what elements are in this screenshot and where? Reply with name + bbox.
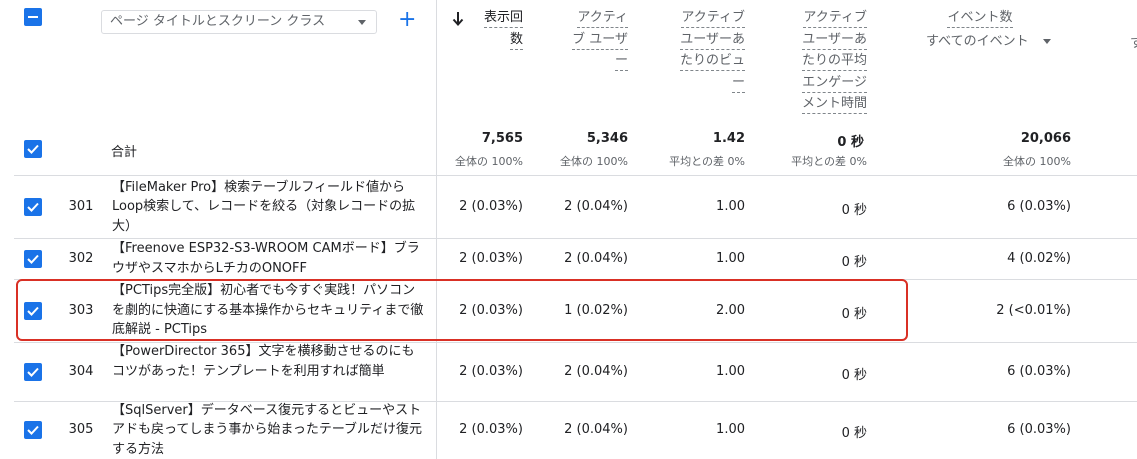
header-line: ー — [614, 52, 628, 71]
metric-cell: 2 (0.03%) — [459, 250, 523, 266]
metric-cell: 2 (<0.01%) — [996, 302, 1071, 318]
add-dimension-icon[interactable]: + — [398, 9, 416, 31]
row-number: 302 — [68, 250, 94, 266]
totals-checkbox[interactable] — [24, 140, 42, 158]
header-line: たりのビュ — [679, 52, 745, 71]
metric-cell: 1.00 — [716, 422, 745, 437]
header-line: ー — [731, 74, 745, 93]
row-number: 304 — [68, 363, 94, 379]
header-line: ユーザーあ — [802, 31, 867, 50]
header-line: メント時間 — [801, 95, 867, 114]
column-header-avg-engagement[interactable]: アクティブ ユーザーあ たりの平均 エンゲージ メント時間 — [772, 8, 867, 116]
metric-cell: 2 (0.03%) — [459, 422, 523, 437]
total-views: 7,565 — [481, 131, 523, 146]
row-checkbox[interactable] — [24, 198, 42, 216]
column-header-event-count[interactable]: イベント数 — [930, 8, 1030, 30]
totals-label: 合計 — [111, 145, 138, 160]
minus-icon — [28, 16, 38, 18]
header-line: 表示回 — [483, 9, 523, 28]
caret-down-icon — [1042, 39, 1051, 44]
page-title-cell[interactable]: 【PowerDirector 365】文字を横移動させるのにもコツがあった！テン… — [112, 342, 426, 381]
header-line: アクティブ — [803, 9, 867, 28]
column-divider — [436, 0, 437, 459]
metric-cell: 2 (0.04%) — [564, 363, 628, 379]
dimension-dropdown[interactable]: ページ タイトルとスクリーン クラス — [101, 10, 377, 34]
dimension-dropdown-label: ページ タイトルとスクリーン クラス — [110, 14, 326, 29]
header-line: アクティブ — [681, 9, 745, 28]
row-checkbox[interactable] — [24, 249, 42, 268]
total-views-per-user: 1.42 — [712, 131, 745, 146]
event-filter-label: すべてのイベント — [926, 34, 1029, 49]
total-active-users: 5,346 — [586, 131, 628, 146]
header-line: エンゲージ — [802, 74, 867, 93]
row-number: 305 — [68, 422, 94, 437]
highlight-annotation — [16, 279, 908, 341]
metric-cell: 1.00 — [716, 199, 745, 214]
metric-cell: 2 (0.03%) — [459, 363, 523, 379]
header-line: たりの平均 — [801, 52, 867, 71]
metric-cell: 0 秒 — [841, 254, 867, 270]
total-event-count-sub: 全体の 100% — [1003, 155, 1071, 168]
header-line: ユーザーあ — [680, 31, 745, 50]
metric-cell: 0 秒 — [841, 367, 867, 383]
total-avg-engagement-sub: 平均との差 0% — [791, 155, 867, 168]
check-icon — [27, 144, 39, 154]
total-event-count: 20,066 — [1020, 131, 1071, 146]
row-number: 301 — [68, 199, 94, 214]
total-active-users-sub: 全体の 100% — [560, 155, 628, 168]
row-divider — [14, 175, 1137, 176]
select-all-toggle[interactable] — [24, 8, 42, 26]
next-column-fragment: す — [1130, 36, 1137, 51]
check-icon — [27, 202, 39, 212]
check-icon — [27, 254, 39, 264]
header-line: アクティ — [577, 9, 628, 28]
metric-cell: 1.00 — [716, 363, 745, 379]
caret-down-icon — [358, 20, 366, 25]
column-header-active-users[interactable]: アクティ ブ ユーザ ー — [540, 8, 628, 73]
check-icon — [27, 425, 39, 435]
total-views-per-user-sub: 平均との差 0% — [669, 155, 745, 168]
column-header-views[interactable]: 表示回 数 — [440, 8, 523, 51]
metric-cell: 2 (0.03%) — [459, 199, 523, 214]
header-line: ブ ユーザ — [572, 31, 628, 50]
page-title-cell[interactable]: 【Freenove ESP32-S3-WROOM CAMボード】ブラウザやスマホ… — [112, 239, 426, 278]
check-icon — [27, 367, 39, 377]
metric-cell: 4 (0.02%) — [1007, 250, 1071, 266]
row-checkbox[interactable] — [24, 421, 42, 439]
metric-cell: 6 (0.03%) — [1007, 199, 1071, 214]
header-line: 数 — [509, 31, 523, 50]
metric-cell: 2 (0.04%) — [564, 199, 628, 214]
event-filter-dropdown[interactable]: すべてのイベント — [926, 30, 1051, 49]
metric-cell: 0 秒 — [841, 426, 867, 441]
page-title-cell[interactable]: 【SqlServer】データベース復元するとビューやストアドも戻ってしまう事から… — [112, 401, 426, 459]
total-avg-engagement: 0 秒 — [837, 135, 864, 150]
header-line: イベント数 — [947, 9, 1013, 28]
metric-cell: 1.00 — [716, 250, 745, 266]
column-header-views-per-user[interactable]: アクティブ ユーザーあ たりのビュ ー — [650, 8, 745, 94]
row-checkbox[interactable] — [24, 362, 42, 381]
page-title-cell[interactable]: 【FileMaker Pro】検索テーブルフィールド値からLoop検索して、レコ… — [112, 178, 426, 237]
metric-cell: 2 (0.04%) — [564, 250, 628, 266]
metric-cell: 2 (0.04%) — [564, 422, 628, 437]
metric-cell: 6 (0.03%) — [1007, 422, 1071, 437]
metric-cell: 6 (0.03%) — [1007, 363, 1071, 379]
metric-cell: 0 秒 — [841, 203, 867, 218]
total-views-sub: 全体の 100% — [455, 155, 523, 168]
